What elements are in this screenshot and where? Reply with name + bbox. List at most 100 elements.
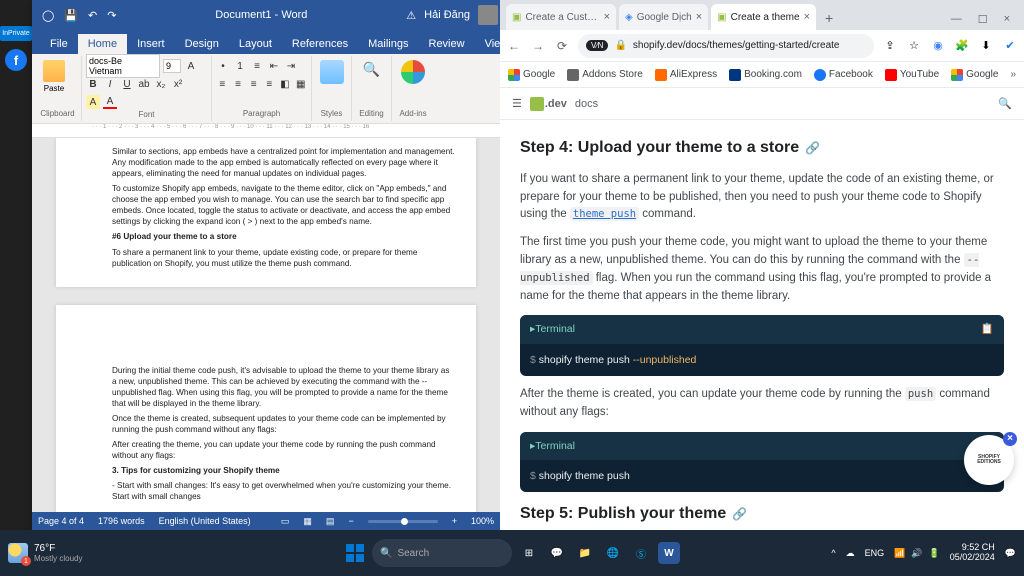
close-icon[interactable]: × [696, 11, 702, 23]
language-indicator[interactable]: ENG [865, 548, 885, 558]
theme-push-link[interactable]: theme push [570, 207, 639, 221]
chat-icon[interactable]: 💬 [546, 542, 568, 564]
download-icon[interactable]: ⬇ [978, 38, 994, 54]
zoom-level[interactable]: 100% [471, 516, 494, 526]
shopify-editions-badge[interactable]: SHOPIFY EDITIONS [964, 435, 1014, 485]
tab-create-theme[interactable]: ▣Create a theme× [711, 4, 816, 30]
font-name-select[interactable]: docs-Be Vietnam [86, 54, 160, 78]
autosave-toggle[interactable]: ◯ [42, 9, 54, 22]
underline-button[interactable]: U [120, 77, 134, 91]
tab-review[interactable]: Review [419, 34, 475, 54]
heading[interactable]: #6 Upload your theme to a store [112, 231, 456, 242]
page-indicator[interactable]: Page 4 of 4 [38, 516, 84, 526]
bold-button[interactable]: B [86, 77, 100, 91]
grow-font-icon[interactable]: A [184, 59, 198, 73]
paste-button[interactable]: Paste [38, 58, 70, 93]
ruler-horizontal[interactable]: · · · 1 · · · 2 · · · 3 · · · 4 · · · 5 … [32, 124, 500, 138]
minimize-icon[interactable]: — [951, 13, 962, 26]
strike-button[interactable]: ab [137, 77, 151, 91]
close-icon[interactable]: × [804, 11, 810, 23]
group-addins[interactable]: Add-ins [396, 109, 430, 119]
ext-icon[interactable]: ◉ [930, 38, 946, 54]
battery-icon[interactable]: 🔋 [929, 548, 940, 559]
user-name[interactable]: Hải Đăng [424, 9, 470, 21]
avatar[interactable] [478, 5, 498, 25]
skype-icon[interactable]: Ⓢ [630, 542, 652, 564]
zoom-out-button[interactable]: − [348, 516, 353, 526]
zoom-in-button[interactable]: + [452, 516, 457, 526]
bookmark-google2[interactable]: Google [951, 69, 998, 81]
word-taskbar-icon[interactable]: W [658, 542, 680, 564]
star-icon[interactable]: ☆ [906, 38, 922, 54]
close-icon[interactable]: × [604, 11, 610, 23]
explorer-icon[interactable]: 📁 [574, 542, 596, 564]
tab-file[interactable]: File [40, 34, 78, 54]
bookmark-addons[interactable]: Addons Store [567, 69, 643, 81]
view-print-icon[interactable]: ▦ [303, 516, 312, 527]
facebook-icon[interactable]: f [5, 49, 27, 71]
reload-icon[interactable]: ⟳ [554, 39, 570, 53]
indent-left-button[interactable]: ⇤ [267, 59, 281, 73]
taskbar-search[interactable]: 🔍Search [372, 539, 512, 567]
tab-references[interactable]: References [282, 34, 358, 54]
align-center-button[interactable]: ≡ [232, 77, 245, 91]
tab-insert[interactable]: Insert [127, 34, 175, 54]
start-button[interactable] [344, 542, 366, 564]
ext-icon[interactable]: ✔ [1002, 38, 1018, 54]
borders-button[interactable]: ▦ [294, 77, 307, 91]
body-text[interactable]: During the initial theme code push, it's… [112, 365, 456, 409]
group-styles[interactable]: Styles [316, 109, 347, 119]
extensions-icon[interactable]: 🧩 [954, 38, 970, 54]
numbering-button[interactable]: 1 [233, 59, 247, 73]
omnibox[interactable]: V∕N 🔒 shopify.dev/docs/themes/getting-st… [578, 34, 874, 58]
taskbar-clock[interactable]: 9:52 CH 05/02/2024 [950, 543, 995, 563]
align-right-button[interactable]: ≡ [247, 77, 260, 91]
onedrive-icon[interactable]: ☁ [846, 548, 855, 559]
edge-icon[interactable]: 🌐 [602, 542, 624, 564]
font-size-select[interactable]: 9 [163, 59, 181, 73]
view-read-icon[interactable]: ▭ [281, 516, 290, 527]
copy-icon[interactable]: 📋 [981, 321, 994, 337]
tab-design[interactable]: Design [175, 34, 229, 54]
align-left-button[interactable]: ≡ [216, 77, 229, 91]
undo-icon[interactable]: ↶ [88, 9, 97, 22]
bookmark-booking[interactable]: Booking.com [729, 69, 802, 81]
view-web-icon[interactable]: ▤ [326, 516, 335, 527]
tab-google-translate[interactable]: ◈Google Dịch× [619, 4, 708, 30]
superscript-button[interactable]: x² [171, 77, 185, 91]
body-text[interactable]: After creating the theme, you can update… [112, 439, 456, 461]
shopify-logo[interactable]: .dev [530, 97, 567, 111]
bookmark-facebook[interactable]: Facebook [814, 69, 873, 81]
justify-button[interactable]: ≡ [263, 77, 276, 91]
warning-icon[interactable]: ⚠ [406, 9, 416, 22]
new-tab-button[interactable]: + [819, 10, 839, 30]
anchor-link-icon[interactable]: 🔗 [805, 139, 820, 158]
anchor-link-icon[interactable]: 🔗 [732, 505, 747, 524]
tab-layout[interactable]: Layout [229, 34, 282, 54]
tab-custom-shop[interactable]: ▣Create a Custom Shop× [506, 4, 616, 30]
hamburger-icon[interactable]: ☰ [512, 97, 522, 110]
close-icon[interactable]: × [1004, 13, 1010, 26]
page[interactable]: Similar to sections, app embeds have a c… [56, 138, 476, 287]
body-text[interactable]: Similar to sections, app embeds have a c… [112, 146, 456, 179]
share-icon[interactable]: ⇪ [882, 38, 898, 54]
word-count[interactable]: 1796 words [98, 516, 145, 526]
group-editing[interactable]: Editing [356, 109, 387, 119]
bullets-button[interactable]: • [216, 59, 230, 73]
body-text[interactable]: To customize Shopify app embeds, navigat… [112, 183, 456, 227]
body-text[interactable]: To share a permanent link to your theme,… [112, 247, 456, 269]
back-icon[interactable]: ← [506, 39, 522, 53]
body-text[interactable]: - Start with small changes: It's easy to… [112, 480, 456, 502]
page[interactable]: During the initial theme code push, it's… [56, 305, 476, 512]
italic-button[interactable]: I [103, 77, 117, 91]
heading[interactable]: 3. Tips for customizing your Shopify the… [112, 465, 456, 476]
bookmark-google[interactable]: Google [508, 69, 555, 81]
shading-button[interactable]: ◧ [279, 77, 292, 91]
find-icon[interactable]: 🔍 [361, 58, 383, 80]
tray-chevron-icon[interactable]: ^ [831, 548, 835, 558]
volume-icon[interactable]: 🔊 [911, 548, 922, 559]
search-icon[interactable]: 🔍 [998, 97, 1012, 110]
document-area[interactable]: Similar to sections, app embeds have a c… [32, 138, 500, 512]
addins-icon[interactable] [401, 60, 425, 84]
save-icon[interactable]: 💾 [64, 9, 78, 22]
